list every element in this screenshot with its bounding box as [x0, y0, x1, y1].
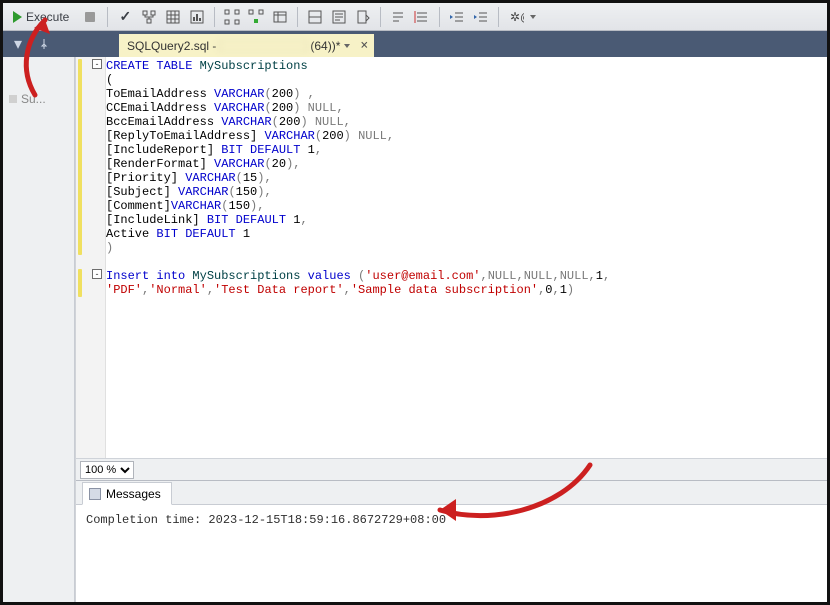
pin-button[interactable] — [33, 33, 55, 55]
tab-menu-icon[interactable] — [344, 44, 350, 48]
collapse-toggle[interactable]: - — [92, 59, 102, 69]
messages-tab-label: Messages — [106, 487, 161, 501]
results-grid-button[interactable] — [304, 6, 326, 28]
editor-area: -- CREATE TABLE MySubscriptions ( ToEmai… — [75, 57, 827, 602]
object-explorer-panel: Su... — [3, 57, 75, 602]
at-icon: ✲@ — [508, 9, 524, 25]
code-editor[interactable]: -- CREATE TABLE MySubscriptions ( ToEmai… — [76, 57, 827, 458]
change-marker — [78, 269, 82, 297]
stop-button[interactable] — [79, 6, 101, 28]
node-icon — [9, 95, 17, 103]
file-tab[interactable]: SQLQuery2.sql - (64))* × — [119, 34, 374, 57]
results-grid-icon — [307, 9, 323, 25]
indent-button[interactable] — [470, 6, 492, 28]
code-text[interactable]: CREATE TABLE MySubscriptions ( ToEmailAd… — [106, 59, 827, 297]
btn-c[interactable] — [269, 6, 291, 28]
results-text-icon — [331, 9, 347, 25]
include-plan-button[interactable] — [162, 6, 184, 28]
stop-icon — [85, 12, 95, 22]
display-plan-button[interactable] — [138, 6, 160, 28]
plan-small-icon — [224, 9, 240, 25]
toolbar-separator — [297, 7, 298, 27]
pin-icon — [38, 38, 50, 50]
toolbar-separator — [439, 7, 440, 27]
zoom-bar: 100 % — [76, 458, 827, 480]
file-tab-server-blurred — [218, 40, 308, 52]
main-toolbar: Execute ✓ ✲@ — [3, 3, 827, 31]
file-tab-suffix: (64))* — [310, 39, 340, 53]
toolbar-separator — [107, 7, 108, 27]
uncomment-icon — [414, 9, 430, 25]
check-icon: ✓ — [119, 8, 131, 25]
comment-button[interactable] — [387, 6, 409, 28]
plan-icon — [141, 9, 157, 25]
indent-icon — [473, 9, 489, 25]
execute-label: Execute — [26, 10, 69, 24]
tab-dropdown-button[interactable]: ▾ — [7, 33, 29, 55]
results-panel: Messages Completion time: 2023-12-15T18:… — [76, 480, 827, 602]
parse-button[interactable]: ✓ — [114, 6, 136, 28]
outdent-button[interactable] — [446, 6, 468, 28]
stats-icon — [189, 9, 205, 25]
comment-icon — [390, 9, 406, 25]
messages-icon — [89, 488, 101, 500]
toolbar-separator — [498, 7, 499, 27]
collapse-toggle[interactable]: - — [92, 269, 102, 279]
results-tabrow: Messages — [76, 481, 827, 505]
tab-close-button[interactable]: × — [360, 38, 368, 53]
messages-body[interactable]: Completion time: 2023-12-15T18:59:16.867… — [76, 505, 827, 602]
document-tabstrip: ▾ SQLQuery2.sql - (64))* × — [3, 31, 827, 57]
results-file-icon — [355, 9, 371, 25]
editor-gutter: -- — [76, 57, 106, 458]
specify-values-button[interactable]: ✲@ — [505, 6, 527, 28]
grid-icon — [165, 9, 181, 25]
toolbar-separator — [214, 7, 215, 27]
uncomment-button[interactable] — [411, 6, 433, 28]
dropdown-icon[interactable] — [530, 15, 536, 19]
completion-time-text: Completion time: 2023-12-15T18:59:16.867… — [86, 513, 817, 527]
plan-green-icon — [248, 9, 264, 25]
execute-button[interactable]: Execute — [9, 6, 77, 28]
node-label: Su... — [21, 92, 46, 106]
btn-a[interactable] — [221, 6, 243, 28]
outdent-icon — [449, 9, 465, 25]
include-stats-button[interactable] — [186, 6, 208, 28]
zoom-select[interactable]: 100 % — [80, 461, 134, 479]
object-explorer-node[interactable]: Su... — [9, 92, 46, 106]
file-tab-prefix: SQLQuery2.sql - — [127, 39, 216, 53]
messages-tab[interactable]: Messages — [82, 482, 172, 505]
toolbar-separator — [380, 7, 381, 27]
change-marker — [78, 59, 82, 255]
results-file-button[interactable] — [352, 6, 374, 28]
table-icon — [272, 9, 288, 25]
svg-text:✲@: ✲@ — [510, 10, 524, 24]
play-icon — [13, 11, 22, 23]
results-text-button[interactable] — [328, 6, 350, 28]
btn-b[interactable] — [245, 6, 267, 28]
